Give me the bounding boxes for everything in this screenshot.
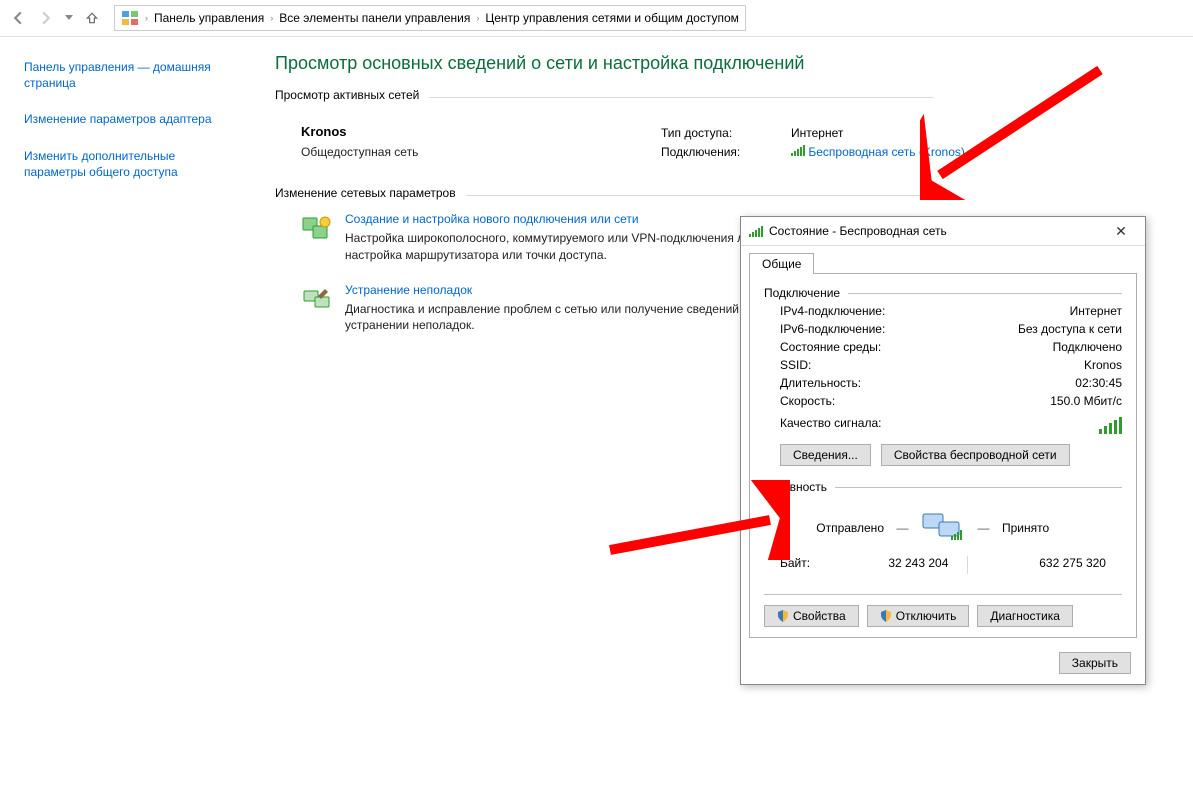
bytes-sent-value: 32 243 204	[828, 556, 948, 574]
wifi-signal-icon	[749, 225, 763, 237]
wifi-signal-icon	[791, 144, 805, 156]
close-button[interactable]: Закрыть	[1059, 652, 1131, 674]
sidebar-adapter-link[interactable]: Изменение параметров адаптера	[24, 111, 231, 127]
breadcrumb-root[interactable]: Панель управления	[154, 11, 264, 25]
active-networks-heading: Просмотр активных сетей	[275, 88, 419, 102]
dialog-close-button[interactable]: ✕	[1105, 217, 1137, 245]
media-state-label: Состояние среды:	[780, 340, 881, 354]
breadcrumb-mid[interactable]: Все элементы панели управления	[279, 11, 470, 25]
sidebar-advanced-link[interactable]: Изменить дополнительные параметры общего…	[24, 148, 231, 180]
speed-value: 150.0 Мбит/с	[1050, 394, 1122, 408]
change-settings-heading: Изменение сетевых параметров	[275, 186, 456, 200]
ipv4-label: IPv4-подключение:	[780, 304, 885, 318]
network-name: Kronos	[301, 124, 661, 139]
back-button[interactable]	[6, 6, 30, 30]
ipv6-value: Без доступа к сети	[1018, 322, 1122, 336]
breadcrumb[interactable]: › Панель управления › Все элементы панел…	[114, 5, 746, 31]
dialog-title: Состояние - Беспроводная сеть	[769, 224, 947, 238]
bytes-label: Байт:	[780, 556, 810, 574]
sidebar: Панель управления — домашняя страница Из…	[0, 37, 255, 796]
toolbar: › Панель управления › Все элементы панел…	[0, 0, 1193, 37]
troubleshoot-link[interactable]: Устранение неполадок	[345, 283, 472, 297]
page-title: Просмотр основных сведений о сети и наст…	[275, 53, 1193, 74]
sidebar-home-link[interactable]: Панель управления — домашняя страница	[24, 59, 231, 91]
diagnose-button[interactable]: Диагностика	[977, 605, 1073, 627]
disconnect-button[interactable]: Отключить	[867, 605, 970, 627]
troubleshoot-desc: Диагностика и исправление проблем с сеть…	[345, 301, 801, 333]
new-connection-icon	[301, 212, 333, 244]
troubleshoot-icon	[301, 283, 333, 315]
wifi-status-dialog: Состояние - Беспроводная сеть ✕ Общие По…	[740, 216, 1146, 685]
activity-computers-icon	[921, 508, 965, 548]
new-connection-desc: Настройка широкополосного, коммутируемог…	[345, 230, 801, 262]
connection-link[interactable]: Беспроводная сеть (Kronos)	[808, 145, 965, 159]
bytes-recv-value: 632 275 320	[986, 556, 1106, 574]
tab-general[interactable]: Общие	[749, 253, 814, 274]
connections-label: Подключения:	[661, 143, 761, 162]
signal-quality-label: Качество сигнала:	[780, 416, 881, 434]
sent-label: Отправлено	[774, 521, 884, 535]
access-type-value: Интернет	[791, 124, 843, 143]
group-activity-label: Активность	[764, 480, 827, 494]
wireless-props-button[interactable]: Свойства беспроводной сети	[881, 444, 1070, 466]
control-panel-icon	[121, 9, 139, 27]
duration-value: 02:30:45	[1075, 376, 1122, 390]
group-connection-label: Подключение	[764, 286, 840, 300]
network-type: Общедоступная сеть	[301, 145, 661, 159]
access-type-label: Тип доступа:	[661, 124, 761, 143]
details-button[interactable]: Сведения...	[780, 444, 871, 466]
history-dropdown[interactable]	[62, 6, 76, 30]
forward-button[interactable]	[34, 6, 58, 30]
speed-label: Скорость:	[780, 394, 835, 408]
duration-label: Длительность:	[780, 376, 861, 390]
breadcrumb-leaf[interactable]: Центр управления сетями и общим доступом	[485, 11, 739, 25]
shield-icon	[777, 610, 789, 622]
up-button[interactable]	[80, 6, 104, 30]
ipv6-label: IPv6-подключение:	[780, 322, 885, 336]
new-connection-link[interactable]: Создание и настройка нового подключения …	[345, 212, 639, 226]
ssid-value: Kronos	[1084, 358, 1122, 372]
received-label: Принято	[1002, 521, 1112, 535]
media-state-value: Подключено	[1053, 340, 1122, 354]
properties-button[interactable]: Свойства	[764, 605, 859, 627]
ipv4-value: Интернет	[1070, 304, 1122, 318]
shield-icon	[880, 610, 892, 622]
ssid-label: SSID:	[780, 358, 811, 372]
signal-quality-icon	[1099, 416, 1122, 434]
